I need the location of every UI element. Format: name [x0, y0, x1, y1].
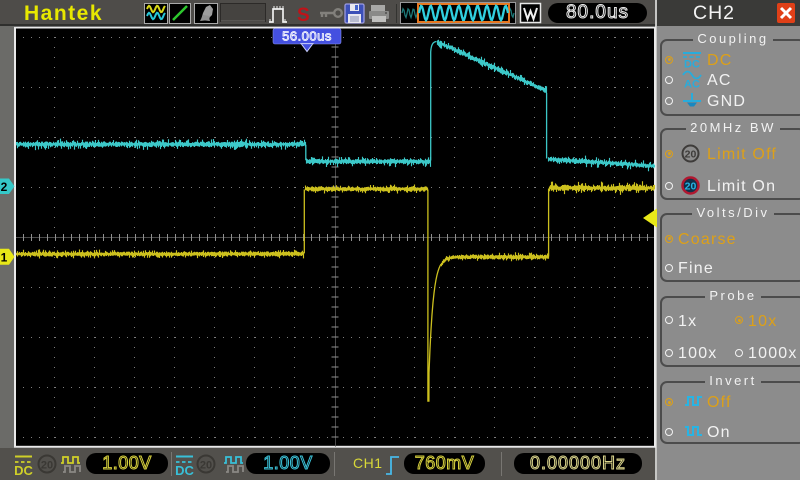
svg-text:DC: DC — [175, 463, 194, 478]
svg-text:20: 20 — [200, 460, 212, 472]
svg-text:2: 2 — [1, 180, 8, 194]
svg-text:S: S — [297, 5, 310, 26]
svg-text:DC: DC — [14, 463, 33, 478]
svg-text:AC: AC — [684, 79, 700, 89]
svg-text:1: 1 — [1, 251, 8, 265]
svg-text:56.00us: 56.00us — [282, 29, 332, 44]
svg-text:20: 20 — [685, 181, 697, 193]
svg-text:20: 20 — [685, 149, 697, 161]
svg-text:DC: DC — [684, 59, 700, 69]
svg-text:20: 20 — [41, 460, 53, 472]
